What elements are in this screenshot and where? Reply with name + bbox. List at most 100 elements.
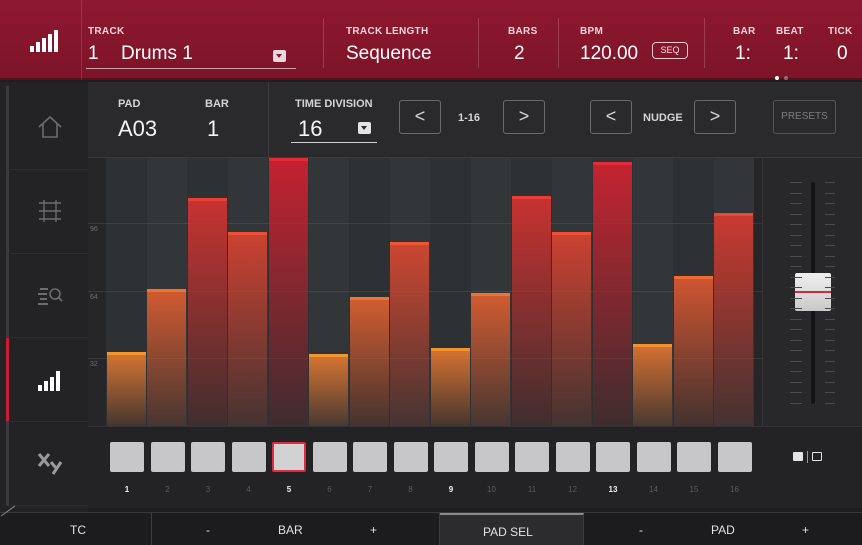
step-pad[interactable]	[272, 442, 306, 472]
bar-button-label: BAR	[278, 523, 303, 537]
bar-value[interactable]: 1	[207, 116, 219, 142]
fader-tick	[790, 339, 802, 341]
step-pad[interactable]	[555, 442, 590, 472]
fader-tick	[790, 308, 802, 309]
pad-minus-label[interactable]: -	[639, 523, 643, 537]
step-number: 13	[608, 485, 618, 494]
fader-tick	[790, 360, 802, 362]
step-pad[interactable]	[150, 442, 185, 472]
velocity-bar[interactable]	[633, 343, 673, 426]
step-number: 10	[487, 485, 496, 494]
step-number: 14	[649, 485, 658, 494]
filled-square-icon	[793, 452, 803, 461]
bpm-value[interactable]: 120.00	[580, 43, 638, 65]
header-divider	[323, 18, 324, 68]
mode-sidebar	[0, 82, 88, 512]
range-prev-button[interactable]: <	[399, 100, 441, 134]
bar-minus-label[interactable]: -	[206, 523, 210, 537]
velocity-bar[interactable]	[349, 297, 389, 426]
time-division-dropdown-icon[interactable]	[358, 122, 371, 134]
fader-knob[interactable]	[795, 273, 831, 311]
presets-button[interactable]: PRESETS	[773, 100, 836, 134]
tick-position[interactable]: 0	[837, 43, 848, 65]
track-length-value[interactable]: Sequence	[346, 43, 432, 65]
track-number[interactable]: 1	[88, 43, 99, 65]
step-pad[interactable]	[636, 442, 671, 472]
bar-plus-label[interactable]: +	[370, 523, 377, 537]
step-pad[interactable]	[717, 442, 752, 472]
step-pad[interactable]	[434, 442, 468, 472]
fader-tick	[825, 392, 835, 393]
step-pad[interactable]	[312, 442, 347, 472]
beat-label: BEAT	[776, 26, 804, 37]
time-division-value[interactable]: 16	[298, 116, 322, 142]
bars-value[interactable]: 2	[514, 43, 525, 65]
nudge-right-button[interactable]: >	[694, 100, 736, 134]
step-pad[interactable]	[110, 442, 144, 472]
fader-tick	[790, 381, 802, 383]
step-number: 9	[448, 485, 454, 494]
velocity-graph[interactable]: 96 64 32	[88, 158, 762, 426]
bar-label: BAR	[733, 26, 756, 37]
pad-strip: 1 2 3 4 5 6 7 8 9 10 11 12 13 14 15 16	[88, 426, 862, 508]
velocity-bar-cap	[187, 198, 227, 202]
velocity-bar[interactable]	[552, 231, 592, 426]
step-pad[interactable]	[393, 442, 428, 472]
step-pad[interactable]	[515, 442, 549, 472]
velocity-bar[interactable]	[511, 195, 551, 426]
velocity-bar[interactable]	[309, 354, 349, 426]
sidebar-item-home[interactable]	[6, 86, 88, 170]
bar-position[interactable]: 1:	[735, 43, 751, 65]
velocity-bar[interactable]	[228, 231, 268, 426]
fader-tick	[790, 255, 802, 257]
beat-position[interactable]: 1:	[783, 43, 799, 65]
step-pad[interactable]	[353, 442, 387, 472]
pad-sel-button[interactable]: PAD SEL	[440, 513, 584, 545]
velocity-bar-cap	[633, 343, 673, 347]
time-division-underline	[291, 142, 377, 143]
sidebar-item-velocity[interactable]	[6, 338, 88, 422]
fader-tick	[825, 402, 835, 404]
velocity-bar[interactable]	[673, 276, 713, 426]
velocity-bar-cap	[147, 288, 187, 292]
step-pad[interactable]	[231, 442, 266, 472]
step-number: 8	[408, 485, 413, 494]
range-next-button[interactable]: >	[503, 100, 545, 134]
velocity-bar[interactable]	[390, 242, 430, 426]
pad-button[interactable]: - PAD +	[584, 513, 862, 545]
velocity-bar[interactable]	[592, 162, 632, 426]
fader-tick	[790, 297, 802, 299]
velocity-bar[interactable]	[714, 212, 754, 426]
pad-value[interactable]: A03	[118, 116, 157, 142]
nudge-left-button[interactable]: <	[590, 100, 632, 134]
sidebar-item-list-edit[interactable]	[6, 254, 88, 338]
fader-tick	[825, 255, 835, 257]
fader-tick	[825, 234, 835, 236]
velocity-bar[interactable]	[147, 288, 187, 426]
velocity-bar[interactable]	[187, 198, 227, 426]
step-pad[interactable]	[596, 442, 630, 472]
velocity-bar-cap	[349, 297, 389, 301]
y-tick-label: 64	[90, 293, 98, 301]
track-dropdown-icon[interactable]	[273, 50, 286, 62]
step-pad[interactable]	[474, 442, 509, 472]
velocity-bar-cap	[552, 231, 592, 235]
sidebar-item-xy[interactable]	[6, 422, 88, 506]
fader-tick	[825, 297, 835, 299]
pad-plus-label[interactable]: +	[802, 523, 809, 537]
track-name[interactable]: Drums 1	[121, 43, 193, 65]
tc-button[interactable]: TC	[0, 513, 152, 545]
velocity-bar[interactable]	[471, 293, 511, 426]
velocity-bar-cap	[430, 347, 470, 351]
fader-tick	[825, 182, 835, 183]
step-pad[interactable]	[677, 442, 711, 472]
track-underline	[86, 68, 296, 69]
step-pad[interactable]	[191, 442, 225, 472]
seq-badge[interactable]: SEQ	[652, 42, 688, 59]
sidebar-item-grid[interactable]	[6, 170, 88, 254]
bar-button[interactable]: - BAR +	[152, 513, 440, 545]
header-divider	[478, 18, 479, 68]
velocity-bar[interactable]	[106, 352, 146, 426]
velocity-bar[interactable]	[268, 158, 308, 426]
velocity-bar[interactable]	[430, 347, 470, 426]
